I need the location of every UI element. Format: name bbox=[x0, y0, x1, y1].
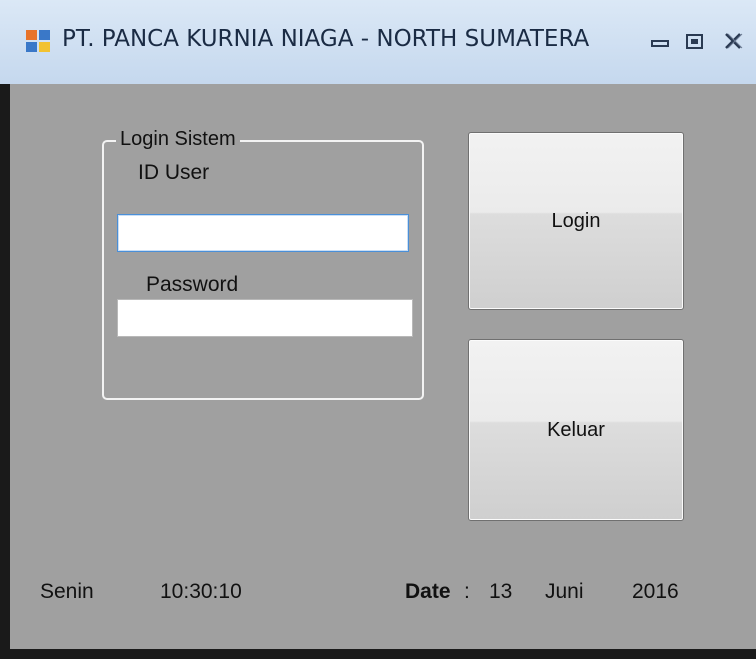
date-label: Date bbox=[405, 580, 451, 603]
month-label: Juni bbox=[545, 580, 584, 603]
window-bottom-border bbox=[0, 649, 756, 659]
login-window: PT. PANCA KURNIA NIAGA - NORTH SUMATERA … bbox=[0, 0, 756, 659]
window-left-border bbox=[0, 84, 10, 659]
user-id-input[interactable] bbox=[117, 214, 409, 252]
close-icon[interactable] bbox=[718, 28, 750, 56]
title-bar[interactable]: PT. PANCA KURNIA NIAGA - NORTH SUMATERA bbox=[0, 0, 756, 85]
login-button[interactable]: Login bbox=[468, 132, 684, 310]
exit-button[interactable]: Keluar bbox=[468, 339, 684, 521]
password-input[interactable] bbox=[117, 299, 413, 337]
form-window-icon bbox=[26, 30, 50, 52]
time-label: 10:30:10 bbox=[160, 580, 242, 603]
window-title: PT. PANCA KURNIA NIAGA - NORTH SUMATERA bbox=[62, 26, 590, 52]
groupbox-title: Login Sistem bbox=[116, 128, 240, 151]
minimize-icon[interactable] bbox=[644, 28, 676, 56]
user-id-label: ID User bbox=[138, 161, 210, 184]
password-label: Password bbox=[146, 273, 239, 296]
date-separator: : bbox=[464, 580, 470, 603]
year-label: 2016 bbox=[632, 580, 679, 603]
day-of-month-label: 13 bbox=[489, 580, 513, 603]
maximize-icon[interactable] bbox=[679, 28, 711, 56]
day-name-label: Senin bbox=[40, 580, 94, 603]
